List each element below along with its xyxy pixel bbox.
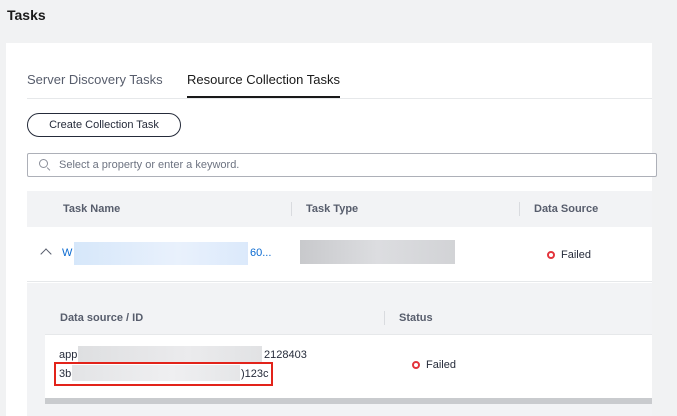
data-source-status: Failed (547, 249, 591, 261)
highlight-box (54, 362, 273, 386)
status-text: Failed (561, 249, 591, 261)
column-divider (291, 202, 292, 216)
status-failed-icon (547, 251, 555, 259)
tab-label: Resource Collection Tasks (187, 72, 340, 87)
details-table-header: Data source / ID Status (45, 301, 652, 335)
data-source-name: app (59, 349, 78, 361)
active-tab-indicator (187, 96, 340, 98)
redacted-data-source (78, 346, 262, 362)
status-failed-icon (412, 361, 420, 369)
details-table-row: app 2128403 3b( )123c Failed (45, 335, 652, 398)
content-card: Server Discovery Tasks Resource Collecti… (6, 43, 657, 416)
redacted-task-name (74, 242, 248, 265)
horizontal-scrollbar[interactable] (45, 398, 652, 404)
column-header-task-type: Task Type (306, 203, 359, 215)
create-collection-task-button[interactable]: Create Collection Task (27, 113, 181, 137)
tab-resource-collection[interactable]: Resource Collection Tasks (187, 72, 340, 98)
tab-bar: Server Discovery Tasks Resource Collecti… (27, 72, 652, 99)
column-divider (384, 311, 385, 325)
column-header-status: Status (399, 312, 433, 324)
detail-status: Failed (412, 359, 456, 371)
expanded-row-details: Data source / ID Status app 2128403 3b( … (27, 283, 652, 416)
task-name-suffix[interactable]: 60... (250, 247, 271, 259)
table-row: W 60... Failed (27, 227, 652, 282)
column-header-data-source: Data Source (534, 203, 599, 215)
table-header: Task Name Task Type Data Source (27, 191, 652, 227)
search-bar[interactable] (27, 153, 657, 177)
tab-label: Server Discovery Tasks (27, 72, 163, 87)
redacted-task-type (300, 240, 455, 264)
column-header-task-name: Task Name (63, 203, 121, 215)
search-input[interactable] (59, 154, 619, 176)
column-divider (519, 202, 520, 216)
chevron-up-icon[interactable] (40, 248, 52, 260)
status-text: Failed (426, 359, 456, 371)
column-header-data-source-id: Data source / ID (60, 312, 144, 324)
tab-server-discovery[interactable]: Server Discovery Tasks (27, 72, 163, 87)
search-icon (39, 159, 51, 171)
data-source-name-suffix: 2128403 (264, 349, 307, 361)
page-title: Tasks (7, 7, 46, 23)
task-name-link[interactable]: W (62, 247, 72, 259)
